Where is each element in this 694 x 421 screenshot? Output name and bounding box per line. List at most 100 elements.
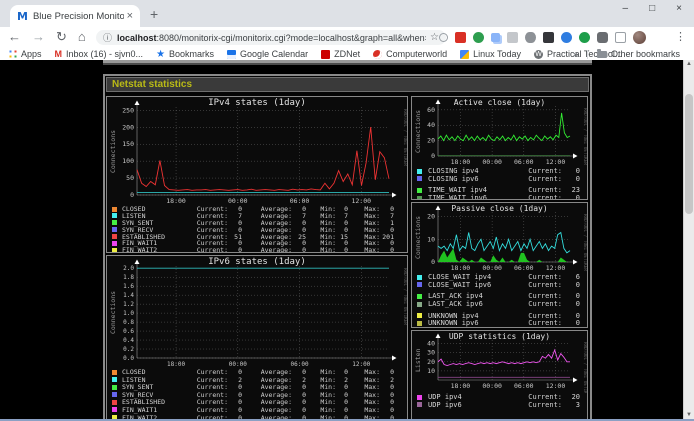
legend-current-value: 3 [562,401,580,409]
extensions-puzzle-icon[interactable] [597,32,608,43]
svg-text:20: 20 [427,358,435,366]
svg-text:12:00: 12:00 [546,264,566,272]
legend-swatch [417,395,422,400]
legend-current-value: 0 [562,194,580,200]
svg-text:1.4: 1.4 [123,292,134,299]
graph-ipv6-states[interactable]: IPv6 states (1day)Connections0.00.20.40.… [106,255,408,421]
tab-title: Blue Precision Monitorix [33,11,124,22]
svg-text:200: 200 [122,123,134,131]
url-path: :8080/monitorix-cgi/monitorix.cgi?mode=l… [157,33,427,43]
eye-extension-icon[interactable] [525,32,536,43]
svg-text:0.8: 0.8 [123,319,134,326]
legend-current-key: Current: [184,246,228,253]
legend-current-key: Current: [510,300,562,308]
grey-extension-icon[interactable] [507,32,518,43]
legend-row: SYN_RECVCurrent:0Average:0Min:0Max:0 [112,391,405,399]
linuxtoday-icon [460,50,469,59]
legend-current-key: Current: [510,281,562,289]
svg-text:40: 40 [427,340,435,348]
legend-row: SYN_SENTCurrent:0Average:0Min:0Max:0 [112,383,405,391]
legend-row: UNKNOWN ipv4Current:0 [417,312,585,320]
legend-min-value: 0 [336,246,348,253]
legend-swatch [112,220,117,225]
svg-text:RRDTOOL / TOBI OETIKER: RRDTOOL / TOBI OETIKER [402,109,407,166]
legend-swatch [112,377,117,382]
scrollbar-thumb[interactable] [685,94,693,214]
scroll-down-icon[interactable]: ▼ [684,412,694,418]
green-extension-icon[interactable] [579,32,590,43]
bookmark-zdnet[interactable]: ZDNet [321,49,360,59]
legend-current-value: 0 [562,175,580,183]
legend-row: UDP ipv6Current:3 [417,401,585,409]
bookmarks-bar: Apps MInbox (16) - sjvn0... ★Bookmarks G… [0,48,694,60]
svg-text:RRDTOOL / TOBI OETIKER: RRDTOOL / TOBI OETIKER [582,214,587,271]
globe-extension-icon[interactable] [473,32,484,43]
page-scrollbar[interactable]: ▲ ▼ [683,60,694,419]
section-title: Netstat statistics [106,77,589,92]
tab-blue-precision-monitorix[interactable]: M Blue Precision Monitorix × [10,5,140,27]
wordpress-icon: W [534,50,543,59]
tab-list-icon[interactable] [615,32,626,43]
chrome-menu-icon[interactable]: ⋮ [675,30,686,43]
legend-row: FIN_WAIT1Current:0Average:0Min:0Max:0 [112,239,405,246]
bookmark-computerworld[interactable]: Computerworld [373,49,447,59]
bookmark-apps[interactable]: Apps [9,49,42,59]
browser-toolbar: ← → ↻ ⌂ ⓘ localhost:8080/monitorix-cgi/m… [0,27,694,48]
legend-swatch [417,321,422,326]
graph-udp-statistics[interactable]: UDP statistics (1day)Listen1020304018:00… [411,330,588,421]
legend-row: SYN_RECVCurrent:0Average:0Min:0Max:0 [112,226,405,233]
bookmark-google-calendar[interactable]: Google Calendar [227,49,308,59]
bookmarks-divider [587,50,588,59]
graph-passive-close[interactable]: Passive close (1day)Connections0102018:0… [411,202,588,328]
legend-row: FIN_WAIT1Current:0Average:0Min:0Max:0 [112,406,405,414]
page-info-icon[interactable]: ⓘ [103,31,112,44]
legend-row: CLOSING ipv4Current:0 [417,167,585,175]
legend-label: CLOSING ipv6 [428,175,510,183]
legend-swatch [112,392,117,397]
bookmarks-overflow-icon[interactable]: » [573,49,578,59]
svg-text:06:00: 06:00 [514,382,534,390]
minimize-button[interactable]: – [623,3,629,14]
bookmark-linux-today[interactable]: Linux Today [460,49,521,59]
svg-text:1.8: 1.8 [123,274,134,281]
legend-row: CLOSE_WAIT ipv4Current:6 [417,273,585,281]
mail-extension-icon[interactable] [455,32,466,43]
back-icon[interactable]: ← [8,29,21,45]
new-tab-button[interactable]: + [150,6,158,22]
legend-row: FIN_WAIT2Current:0Average:0Min:0Max:0 [112,246,405,253]
graph-ipv4-states[interactable]: IPv4 states (1day)Connections05010015020… [106,96,408,253]
profile-avatar[interactable] [633,31,646,44]
legend-row: LAST_ACK ipv6Current:0 [417,300,585,308]
svg-text:12:00: 12:00 [546,158,566,166]
blue-extension-icon[interactable] [561,32,572,43]
svg-text:18:00: 18:00 [166,197,186,205]
dark-extension-icon[interactable] [543,32,554,43]
legend-row: LAST_ACK ipv4Current:0 [417,292,585,300]
legend-label: UNKNOWN ipv6 [428,319,510,327]
legend-average-value: 0 [292,246,306,253]
search-extension-icon[interactable] [439,33,448,42]
legend-row: CLOSEDCurrent:0Average:0Min:0Max:0 [112,368,405,376]
tab-close-icon[interactable]: × [127,10,133,22]
other-bookmarks-button[interactable]: Other bookmarks [597,49,680,59]
graph-legend: CLOSING ipv4Current:0CLOSING ipv6Current… [417,167,585,200]
close-button[interactable]: × [676,3,682,14]
reload-icon[interactable]: ↻ [56,29,67,45]
legend-label: TIME_WAIT ipv6 [428,194,510,200]
bookmark-bookmarks[interactable]: ★Bookmarks [156,49,214,59]
pages-extension-icon[interactable] [491,33,500,42]
bookmark-star-icon[interactable]: ☆ [430,32,439,43]
svg-text:00:00: 00:00 [482,158,502,166]
svg-text:100: 100 [122,157,134,165]
graph-active-close[interactable]: Active close (1day)Connections020406018:… [411,96,588,200]
calendar-icon [227,50,236,59]
graph-legend: CLOSEDCurrent:0Average:0Min:0Max:0LISTEN… [112,368,405,421]
maximize-button[interactable]: □ [649,3,655,14]
home-icon[interactable]: ⌂ [78,29,86,45]
bookmark-inbox[interactable]: MInbox (16) - sjvn0... [55,49,144,59]
scroll-up-icon[interactable]: ▲ [684,61,694,67]
legend-min-key: Min: [306,246,336,253]
svg-text:40: 40 [427,121,435,129]
address-bar[interactable]: ⓘ localhost:8080/monitorix-cgi/monitorix… [96,30,446,45]
forward-icon[interactable]: → [32,29,45,45]
